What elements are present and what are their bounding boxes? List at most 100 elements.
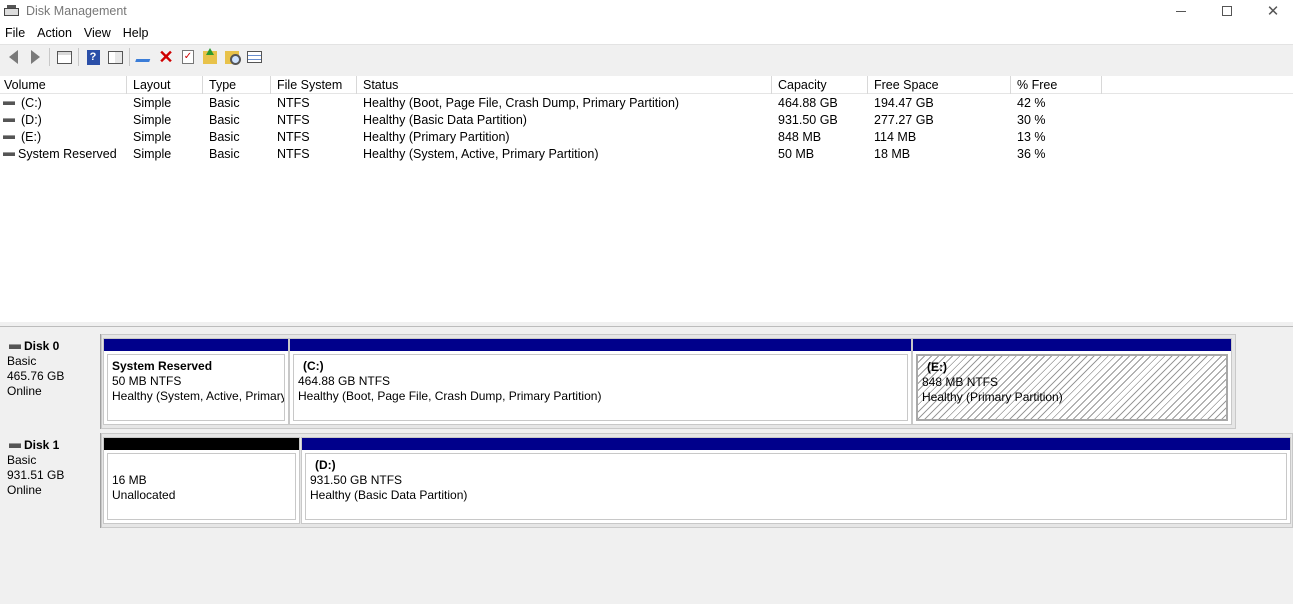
partition-size: 16 MB (112, 473, 147, 487)
partition-name: (E:) (927, 360, 947, 374)
partition-d[interactable]: (D:) 931.50 GB NTFS Healthy (Basic Data … (301, 437, 1291, 524)
check-icon: ✓ (182, 50, 194, 64)
forward-button[interactable] (24, 46, 46, 68)
connect-virtual-disk-button[interactable] (133, 46, 155, 68)
column-header-percent-free[interactable]: % Free (1011, 76, 1102, 94)
volume-name: (D:) (21, 113, 42, 127)
connect-virtual-disk-icon (135, 52, 153, 62)
column-header-free-space[interactable]: Free Space (868, 76, 1011, 94)
partition-bar (104, 438, 299, 450)
partition-details: (C:) 464.88 GB NTFS Healthy (Boot, Page … (293, 354, 908, 421)
volume-row[interactable]: (E:) Simple Basic NTFS Healthy (Primary … (0, 129, 1100, 146)
disk-0-partitions: System Reserved 50 MB NTFS Healthy (Syst… (101, 334, 1236, 429)
minimize-button[interactable] (1158, 0, 1204, 22)
disk-1-type: Basic (7, 453, 37, 467)
partition-name (112, 458, 295, 473)
disk-0-label[interactable]: Disk 0 Basic 465.76 GB Online (0, 334, 101, 429)
partition-status: Healthy (Basic Data Partition) (310, 488, 468, 502)
volume-layout: Simple (133, 130, 172, 144)
partition-bar (104, 339, 288, 351)
volume-percent-free: 13 % (1017, 130, 1046, 144)
disk-0-state: Online (7, 384, 42, 398)
volume-row[interactable]: (C:) Simple Basic NTFS Healthy (Boot, Pa… (0, 95, 1100, 112)
column-header-file-system[interactable]: File System (271, 76, 357, 94)
partition-bar (302, 438, 1290, 450)
rescan-disks-button[interactable] (199, 46, 221, 68)
disk-1-partitions: 16 MB Unallocated (D:) 931.50 GB NTFS He… (101, 433, 1293, 528)
volume-name: (E:) (21, 130, 42, 144)
show-hide-console-tree-button[interactable] (53, 46, 75, 68)
check-button[interactable]: ✓ (177, 46, 199, 68)
menu-help[interactable]: Help (117, 22, 155, 44)
partition-status: Healthy (Boot, Page File, Crash Dump, Pr… (298, 389, 602, 403)
list-view-button[interactable] (243, 46, 265, 68)
partition-details: (D:) 931.50 GB NTFS Healthy (Basic Data … (305, 453, 1287, 520)
partition-unallocated[interactable]: 16 MB Unallocated (103, 437, 300, 524)
volume-percent-free: 30 % (1017, 113, 1046, 127)
volume-status: Healthy (Boot, Page File, Crash Dump, Pr… (363, 96, 680, 110)
volume-percent-free: 42 % (1017, 96, 1046, 110)
partition-details: System Reserved 50 MB NTFS Healthy (Syst… (107, 354, 285, 421)
partition-c[interactable]: (C:) 464.88 GB NTFS Healthy (Boot, Page … (289, 338, 912, 425)
partition-size: 848 MB NTFS (922, 375, 999, 389)
partition-details: 16 MB Unallocated (107, 453, 296, 520)
minimize-icon (1176, 10, 1186, 12)
volume-icon (3, 118, 15, 122)
volume-row[interactable]: System Reserved Simple Basic NTFS Health… (0, 146, 1100, 163)
volume-status: Healthy (Primary Partition) (363, 130, 510, 144)
column-header-volume[interactable]: Volume (0, 76, 127, 94)
window-title: Disk Management (26, 4, 127, 18)
partition-status: Unallocated (112, 488, 176, 502)
partition-name: (C:) (303, 359, 324, 373)
volume-status: Healthy (System, Active, Primary Partiti… (363, 147, 599, 161)
close-button[interactable]: ✕ (1250, 0, 1293, 22)
column-header-type[interactable]: Type (203, 76, 271, 94)
volume-free-space: 194.47 GB (874, 96, 934, 110)
help-icon: ? (86, 49, 100, 65)
volume-name: System Reserved (18, 147, 117, 161)
column-header-status[interactable]: Status (357, 76, 772, 94)
partition-system-reserved[interactable]: System Reserved 50 MB NTFS Healthy (Syst… (103, 338, 289, 425)
volume-file-system: NTFS (277, 113, 310, 127)
toolbar: ? ✕ ✓ (0, 44, 1293, 69)
volume-type: Basic (209, 130, 240, 144)
help-button[interactable]: ? (82, 46, 104, 68)
volume-status: Healthy (Basic Data Partition) (363, 113, 527, 127)
delete-button[interactable]: ✕ (155, 46, 177, 68)
disk-1-name: Disk 1 (7, 438, 100, 453)
volume-layout: Simple (133, 113, 172, 127)
maximize-button[interactable] (1204, 0, 1250, 22)
column-header-capacity[interactable]: Capacity (772, 76, 868, 94)
volume-free-space: 277.27 GB (874, 113, 934, 127)
menu-view[interactable]: View (78, 22, 117, 44)
volume-percent-free: 36 % (1017, 147, 1046, 161)
volume-row[interactable]: (D:) Simple Basic NTFS Healthy (Basic Da… (0, 112, 1100, 129)
back-icon (8, 50, 18, 64)
back-button[interactable] (2, 46, 24, 68)
volume-type: Basic (209, 96, 240, 110)
partition-bar (913, 339, 1231, 351)
partition-e[interactable]: (E:) 848 MB NTFS Healthy (Primary Partit… (912, 338, 1232, 425)
partition-size: 931.50 GB NTFS (310, 473, 403, 487)
partition-size: 464.88 GB NTFS (298, 374, 391, 388)
volume-capacity: 848 MB (778, 130, 822, 144)
disk-0-name: Disk 0 (7, 339, 100, 354)
menu-action[interactable]: Action (31, 22, 78, 44)
column-header-layout[interactable]: Layout (127, 76, 203, 94)
menu-file[interactable]: File (0, 22, 31, 44)
volume-type: Basic (209, 113, 240, 127)
volume-file-system: NTFS (277, 96, 310, 110)
volume-icon (3, 101, 15, 105)
volume-capacity: 50 MB (778, 147, 815, 161)
volume-list-header: Volume Layout Type File System Status Ca… (0, 76, 1293, 94)
disk-0-size: 465.76 GB (7, 369, 65, 383)
properties-icon (107, 50, 123, 64)
disk-1-label[interactable]: Disk 1 Basic 931.51 GB Online (0, 433, 101, 528)
rescan-disks-icon (203, 47, 217, 64)
disk-management-icon (4, 5, 20, 17)
list-view-icon (246, 51, 262, 63)
explore-icon (225, 50, 241, 65)
properties-button[interactable] (104, 46, 126, 68)
volume-free-space: 114 MB (874, 130, 917, 144)
explore-button[interactable] (221, 46, 243, 68)
